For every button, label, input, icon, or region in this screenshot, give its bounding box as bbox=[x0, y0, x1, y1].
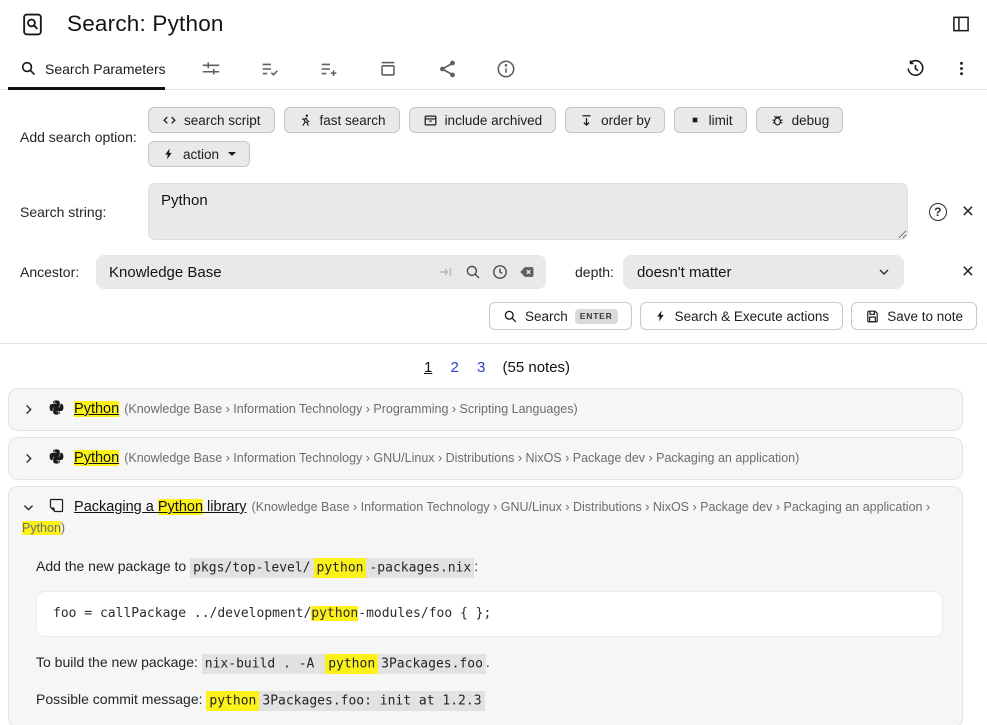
search-results: Python (Knowledge Base › Information Tech… bbox=[0, 388, 987, 725]
note-info-icon[interactable] bbox=[495, 58, 517, 80]
option-action-button[interactable]: action bbox=[148, 141, 250, 167]
tab-search-parameters[interactable]: Search Parameters bbox=[20, 48, 166, 89]
note-icon bbox=[48, 497, 65, 514]
search-icon bbox=[503, 309, 518, 324]
result-title-link[interactable]: Python bbox=[74, 450, 119, 466]
search-option-chips: search script fast search i bbox=[148, 107, 926, 167]
add-option-label: Add search option: bbox=[20, 129, 148, 145]
python-logo-icon bbox=[48, 399, 65, 416]
title-bar: Search: Python bbox=[0, 0, 987, 48]
search-result-row: Python (Knowledge Base › Information Tech… bbox=[8, 437, 963, 480]
help-icon[interactable]: ? bbox=[929, 203, 947, 221]
code-icon bbox=[162, 113, 177, 128]
result-count: (55 notes) bbox=[503, 359, 571, 376]
search-result-row-expanded: Packaging a Python library(Knowledge Bas… bbox=[8, 486, 963, 725]
bolt-icon bbox=[654, 309, 668, 323]
search-icon bbox=[20, 60, 37, 77]
option-limit-button[interactable]: limit bbox=[674, 107, 747, 133]
dropdown-caret-icon bbox=[228, 152, 236, 156]
note-revisions-icon[interactable] bbox=[905, 58, 926, 79]
page-title: Search: Python bbox=[67, 11, 224, 37]
search-note-icon bbox=[20, 12, 45, 37]
code-block: foo = callPackage ../development/python-… bbox=[36, 591, 943, 637]
depth-select[interactable]: doesn't matter bbox=[623, 255, 904, 289]
recent-notes-icon[interactable] bbox=[491, 263, 509, 281]
form-results-divider bbox=[0, 343, 987, 344]
option-include-archived-button[interactable]: include archived bbox=[409, 107, 557, 133]
collapse-chevron-icon[interactable] bbox=[22, 501, 35, 514]
content-paragraph: Possible commit message: python3Packages… bbox=[36, 689, 943, 711]
tab-label: Search Parameters bbox=[45, 61, 166, 77]
option-fast-search-button[interactable]: fast search bbox=[284, 107, 400, 133]
jump-to-note-icon[interactable] bbox=[464, 263, 482, 281]
note-paths-icon[interactable] bbox=[377, 58, 399, 80]
result-title-link[interactable]: Packaging a Python library bbox=[74, 499, 247, 515]
search-execute-button[interactable]: Search & Execute actions bbox=[640, 302, 844, 330]
option-order-by-button[interactable]: order by bbox=[565, 107, 665, 133]
order-by-icon bbox=[579, 113, 594, 128]
page-2-link[interactable]: 2 bbox=[450, 359, 458, 376]
option-search-script-button[interactable]: search script bbox=[148, 107, 275, 133]
debug-icon bbox=[770, 113, 785, 128]
result-content-preview: Add the new package to pkgs/top-level/py… bbox=[22, 539, 949, 717]
add-search-option-row: Add search option: search script fast se bbox=[0, 107, 987, 167]
ribbon: Search Parameters bbox=[0, 48, 987, 90]
ancestor-input-box bbox=[96, 255, 546, 289]
search-button[interactable]: Search ENTER bbox=[489, 302, 632, 330]
search-string-input[interactable]: Python bbox=[148, 183, 908, 240]
ancestor-input[interactable] bbox=[96, 264, 428, 281]
page-1-current[interactable]: 1 bbox=[424, 359, 432, 376]
search-result-row: Python (Knowledge Base › Information Tech… bbox=[8, 388, 963, 431]
content-paragraph: To build the new package: nix-build . -A… bbox=[36, 652, 943, 674]
goto-note-icon[interactable] bbox=[437, 263, 455, 281]
expand-chevron-icon[interactable] bbox=[22, 403, 35, 416]
note-map-icon[interactable] bbox=[436, 58, 458, 80]
enter-kbd-badge: ENTER bbox=[575, 309, 618, 324]
ancestor-row: Ancestor: depth: doesn't matter bbox=[0, 255, 987, 289]
bolt-icon bbox=[162, 147, 176, 161]
result-note-path: (Knowledge Base › Information Technology… bbox=[124, 402, 577, 416]
owned-attributes-icon[interactable] bbox=[259, 58, 281, 80]
basic-properties-icon[interactable] bbox=[200, 58, 222, 80]
ancestor-label: Ancestor: bbox=[20, 264, 96, 280]
ribbon-icon-group bbox=[200, 58, 517, 80]
kebab-menu-icon[interactable] bbox=[952, 59, 971, 78]
remove-search-string-icon[interactable]: × bbox=[962, 203, 974, 221]
search-string-row: Search string: Python ? × bbox=[0, 183, 987, 240]
active-tab-underline bbox=[8, 87, 165, 91]
clear-text-icon[interactable] bbox=[518, 263, 536, 281]
chevron-down-icon bbox=[876, 264, 892, 280]
limit-icon bbox=[688, 113, 702, 127]
archive-icon bbox=[423, 113, 438, 128]
page-3-link[interactable]: 3 bbox=[477, 359, 485, 376]
save-icon bbox=[865, 309, 880, 324]
save-to-note-button[interactable]: Save to note bbox=[851, 302, 977, 330]
python-logo-icon bbox=[48, 448, 65, 465]
depth-selected-value: doesn't matter bbox=[637, 264, 876, 281]
result-title-link[interactable]: Python bbox=[74, 401, 119, 417]
search-string-label: Search string: bbox=[20, 204, 148, 220]
remove-ancestor-icon[interactable]: × bbox=[962, 263, 974, 281]
option-debug-button[interactable]: debug bbox=[756, 107, 844, 133]
inherited-attributes-icon[interactable] bbox=[318, 58, 340, 80]
search-actions-row: Search ENTER Search & Execute actions Sa… bbox=[0, 302, 987, 330]
result-note-path: (Knowledge Base › Information Technology… bbox=[124, 451, 799, 465]
run-icon bbox=[298, 113, 313, 128]
ribbon-right-group bbox=[905, 58, 971, 79]
content-paragraph: Add the new package to pkgs/top-level/py… bbox=[36, 556, 943, 578]
pagination: 1 2 3 (55 notes) bbox=[0, 359, 987, 376]
right-pane-toggle-icon[interactable] bbox=[951, 14, 971, 34]
depth-label: depth: bbox=[575, 264, 614, 280]
expand-chevron-icon[interactable] bbox=[22, 452, 35, 465]
